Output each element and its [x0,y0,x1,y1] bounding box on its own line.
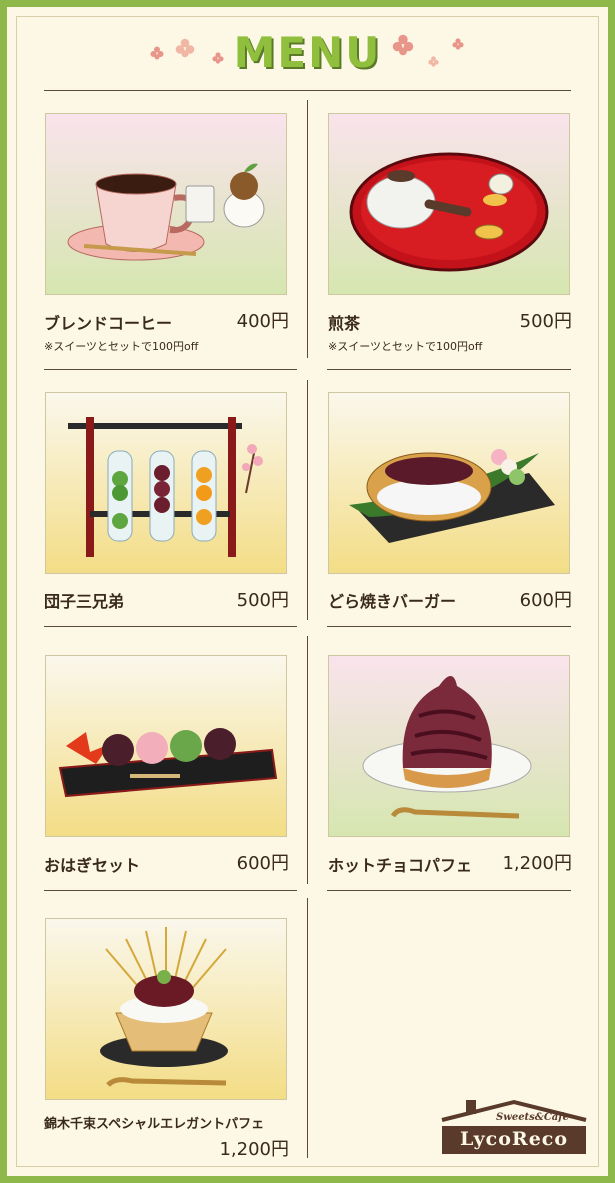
coffee-cup-icon [46,114,286,294]
flower-petal-icon [428,56,439,67]
item-photo-coffee [45,113,287,295]
lycoreco-logo: Sweets&Cafe LycoReco [438,1096,590,1158]
item-name: ブレンドコーヒー [44,314,173,333]
row-divider [44,890,297,891]
item-price: 600円 [236,853,289,874]
dango-icon [46,393,286,573]
item-photo-dango [45,392,287,574]
item-price: 500円 [236,590,289,611]
item-name: どら焼きバーガー [328,592,457,611]
column-divider [307,380,308,620]
parfait-icon [329,656,569,836]
row-divider [327,369,571,370]
row-divider [327,890,571,891]
item-note: ※スイーツとセットで100円off [44,340,199,353]
column-divider [307,100,308,358]
flower-petal-icon [452,38,464,50]
row-divider [44,369,297,370]
page-title: MENU [233,28,382,77]
item-price: 600円 [519,590,572,611]
flower-petal-icon [212,52,224,64]
flower-petal-icon [175,38,195,58]
item-photo-sencha [328,113,570,295]
tea-pot-icon [329,114,569,294]
item-note: ※スイーツとセットで100円off [328,340,483,353]
item-photo-ohagi [45,655,287,837]
item-price: 1,200円 [502,853,572,874]
column-divider [307,898,308,1158]
item-photo-dorayaki [328,392,570,574]
ohagi-icon [46,656,286,836]
item-price: 400円 [236,311,289,332]
item-price: 1,200円 [219,1139,289,1160]
item-name: おはぎセット [44,856,141,875]
item-price: 500円 [519,311,572,332]
header-divider [44,90,571,91]
dorayaki-icon [329,393,569,573]
logo-name: LycoReco [459,1128,569,1150]
parfait-icon [46,919,286,1099]
row-divider [327,626,571,627]
flower-petal-icon [392,34,414,56]
item-photo-special-parfait [45,918,287,1100]
logo-subtitle: Sweets&Cafe [496,1112,569,1123]
item-name: 錦木千束スペシャルエレガントパフェ [44,1117,265,1132]
item-name: ホットチョコパフェ [328,856,473,875]
item-photo-hot-choco-parfait [328,655,570,837]
column-divider [307,636,308,884]
flower-petal-icon [150,46,164,60]
item-name: 団子三兄弟 [44,592,125,611]
row-divider [44,626,297,627]
item-name: 煎茶 [328,314,361,333]
